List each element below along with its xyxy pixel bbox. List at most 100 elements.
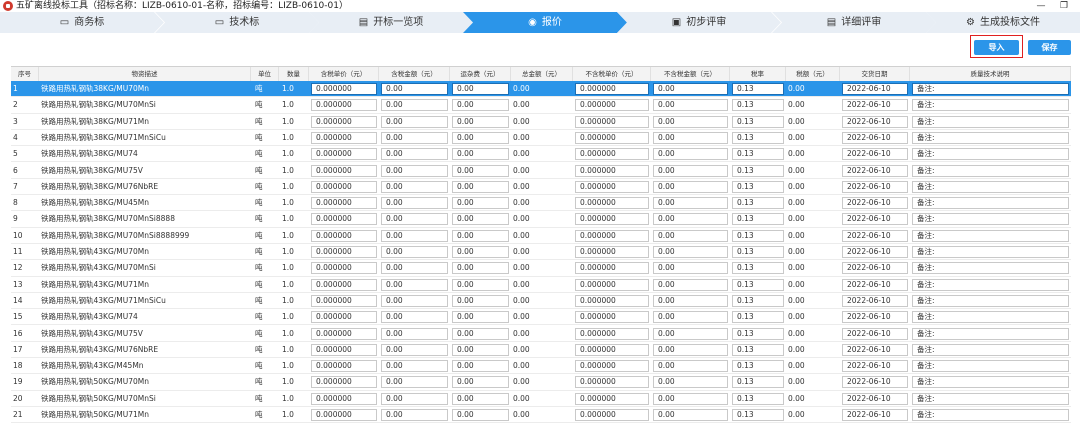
amount-tax-input[interactable]: 0.00 [381, 131, 448, 144]
freight-input[interactable]: 0.00 [452, 376, 509, 389]
column-header[interactable]: 不含税金额（元） [651, 67, 730, 81]
column-header[interactable]: 物资描述 [39, 67, 251, 81]
freight-input[interactable]: 0.00 [452, 262, 509, 275]
price-tax-input[interactable]: 0.000000 [311, 83, 377, 95]
date-input[interactable]: 2022-06-10 [842, 311, 908, 324]
column-header[interactable]: 质量技术说明 [910, 67, 1071, 81]
price-notax-input[interactable]: 0.000000 [575, 246, 649, 258]
freight-input[interactable]: 0.00 [452, 180, 509, 193]
price-tax-input[interactable]: 0.000000 [311, 327, 377, 340]
price-notax-input[interactable]: 0.000000 [575, 164, 649, 177]
price-notax-input[interactable]: 0.000000 [575, 229, 649, 242]
freight-input[interactable]: 0.00 [452, 392, 509, 405]
amount-tax-input[interactable]: 0.00 [381, 99, 448, 112]
price-tax-input[interactable]: 0.000000 [311, 311, 377, 324]
freight-input[interactable]: 0.00 [452, 278, 509, 291]
amount-notax-input[interactable]: 0.00 [653, 131, 728, 144]
date-input[interactable]: 2022-06-10 [842, 360, 908, 373]
amount-tax-input[interactable]: 0.00 [381, 246, 448, 258]
table-row[interactable]: 3 铁路用热轧钢轨38KG/MU71Mn 吨 1.0 0.000000 0.00 0.00 0… [11, 114, 1071, 130]
date-input[interactable]: 2022-06-10 [842, 83, 908, 95]
remark-input[interactable]: 备注: [912, 83, 1069, 95]
date-input[interactable]: 2022-06-10 [842, 294, 908, 307]
table-row[interactable]: 8 铁路用热轧钢轨38KG/MU45Mn 吨 1.0 0.000000 0.00 0.00 0… [11, 195, 1071, 212]
date-input[interactable]: 2022-06-10 [842, 246, 908, 258]
remark-input[interactable]: 备注: [912, 164, 1069, 177]
tax-rate-input[interactable]: 0.13 [732, 343, 784, 356]
date-input[interactable]: 2022-06-10 [842, 409, 908, 421]
price-notax-input[interactable]: 0.000000 [575, 376, 649, 389]
remark-input[interactable]: 备注: [912, 213, 1069, 226]
tax-rate-input[interactable]: 0.13 [732, 83, 784, 95]
amount-notax-input[interactable]: 0.00 [653, 409, 728, 421]
freight-input[interactable]: 0.00 [452, 197, 509, 210]
remark-input[interactable]: 备注: [912, 360, 1069, 373]
price-tax-input[interactable]: 0.000000 [311, 294, 377, 307]
amount-tax-input[interactable]: 0.00 [381, 327, 448, 340]
maximize-icon[interactable]: ❐ [1053, 0, 1075, 12]
remark-input[interactable]: 备注: [912, 311, 1069, 324]
date-input[interactable]: 2022-06-10 [842, 99, 908, 112]
table-row[interactable]: 4 铁路用热轧钢轨38KG/MU71MnSiCu 吨 1.0 0.000000 0.00 0… [11, 130, 1071, 147]
step-tab-1[interactable]: ▭ 商务标 [0, 12, 164, 33]
remark-input[interactable]: 备注: [912, 343, 1069, 356]
table-row[interactable]: 16 铁路用热轧钢轨43KG/MU75V 吨 1.0 0.000000 0.00 0.00 0… [11, 326, 1071, 342]
step-tab-3[interactable]: ▤ 开标一览项 [309, 12, 473, 33]
tax-rate-input[interactable]: 0.13 [732, 294, 784, 307]
tax-rate-input[interactable]: 0.13 [732, 327, 784, 340]
price-notax-input[interactable]: 0.000000 [575, 180, 649, 193]
date-input[interactable]: 2022-06-10 [842, 213, 908, 226]
date-input[interactable]: 2022-06-10 [842, 343, 908, 356]
freight-input[interactable]: 0.00 [452, 131, 509, 144]
price-tax-input[interactable]: 0.000000 [311, 213, 377, 226]
tax-rate-input[interactable]: 0.13 [732, 376, 784, 389]
table-row[interactable]: 5 铁路用热轧钢轨38KG/MU74 吨 1.0 0.000000 0.00 0.00 0.0… [11, 146, 1071, 163]
price-notax-input[interactable]: 0.000000 [575, 83, 649, 95]
date-input[interactable]: 2022-06-10 [842, 392, 908, 405]
tax-rate-input[interactable]: 0.13 [732, 409, 784, 421]
amount-tax-input[interactable]: 0.00 [381, 115, 448, 128]
table-row[interactable]: 10 铁路用热轧钢轨38KG/MU70MnSi8888999 吨 1.0 0.00000… [11, 228, 1071, 244]
price-tax-input[interactable]: 0.000000 [311, 246, 377, 258]
freight-input[interactable]: 0.00 [452, 327, 509, 340]
tax-rate-input[interactable]: 0.13 [732, 148, 784, 161]
remark-input[interactable]: 备注: [912, 99, 1069, 112]
freight-input[interactable]: 0.00 [452, 164, 509, 177]
amount-notax-input[interactable]: 0.00 [653, 115, 728, 128]
price-tax-input[interactable]: 0.000000 [311, 229, 377, 242]
amount-tax-input[interactable]: 0.00 [381, 229, 448, 242]
amount-notax-input[interactable]: 0.00 [653, 164, 728, 177]
price-notax-input[interactable]: 0.000000 [575, 148, 649, 161]
column-header[interactable]: 运杂费（元） [450, 67, 511, 81]
amount-tax-input[interactable]: 0.00 [381, 343, 448, 356]
column-header[interactable]: 税率 [730, 67, 786, 81]
price-notax-input[interactable]: 0.000000 [575, 392, 649, 405]
table-row[interactable]: 2 铁路用热轧钢轨38KG/MU70MnSi 吨 1.0 0.000000 0.00 0.0… [11, 97, 1071, 114]
amount-tax-input[interactable]: 0.00 [381, 278, 448, 291]
price-tax-input[interactable]: 0.000000 [311, 115, 377, 128]
amount-tax-input[interactable]: 0.00 [381, 409, 448, 421]
table-row[interactable]: 20 铁路用热轧钢轨50KG/MU70MnSi 吨 1.0 0.000000 0.00 0.… [11, 391, 1071, 407]
amount-notax-input[interactable]: 0.00 [653, 327, 728, 340]
amount-notax-input[interactable]: 0.00 [653, 376, 728, 389]
tax-rate-input[interactable]: 0.13 [732, 262, 784, 275]
remark-input[interactable]: 备注: [912, 148, 1069, 161]
remark-input[interactable]: 备注: [912, 376, 1069, 389]
tax-rate-input[interactable]: 0.13 [732, 278, 784, 291]
price-tax-input[interactable]: 0.000000 [311, 343, 377, 356]
column-header[interactable]: 交货日期 [840, 67, 910, 81]
amount-notax-input[interactable]: 0.00 [653, 246, 728, 258]
freight-input[interactable]: 0.00 [452, 246, 509, 258]
table-row[interactable]: 6 铁路用热轧钢轨38KG/MU75V 吨 1.0 0.000000 0.00 0.00 0.… [11, 163, 1071, 179]
remark-input[interactable]: 备注: [912, 246, 1069, 258]
freight-input[interactable]: 0.00 [452, 83, 509, 95]
amount-notax-input[interactable]: 0.00 [653, 392, 728, 405]
table-row[interactable]: 15 铁路用热轧钢轨43KG/MU74 吨 1.0 0.000000 0.00 0.00 0.… [11, 309, 1071, 326]
amount-tax-input[interactable]: 0.00 [381, 197, 448, 210]
price-notax-input[interactable]: 0.000000 [575, 360, 649, 373]
price-tax-input[interactable]: 0.000000 [311, 278, 377, 291]
remark-input[interactable]: 备注: [912, 262, 1069, 275]
price-tax-input[interactable]: 0.000000 [311, 360, 377, 373]
tax-rate-input[interactable]: 0.13 [732, 311, 784, 324]
amount-notax-input[interactable]: 0.00 [653, 229, 728, 242]
